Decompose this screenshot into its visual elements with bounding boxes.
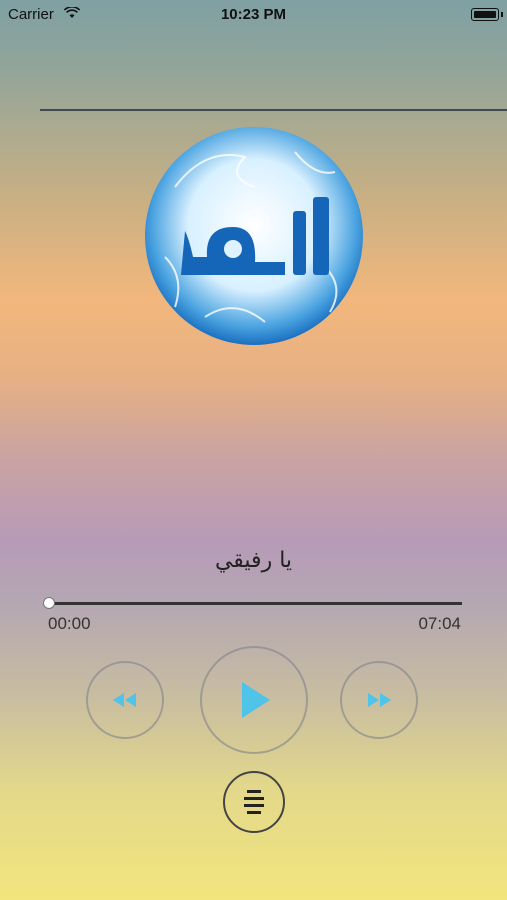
top-divider <box>40 109 507 111</box>
battery-icon <box>471 8 499 21</box>
track-title: يا رفيقي <box>214 548 293 573</box>
total-duration: 07:04 <box>418 614 461 633</box>
playlist-button[interactable] <box>223 771 285 833</box>
progress-bar[interactable] <box>48 602 462 605</box>
battery-tip <box>501 12 503 17</box>
album-artwork <box>145 127 363 345</box>
fast-forward-button[interactable] <box>340 661 418 739</box>
status-bar: Carrier 10:23 PM <box>0 0 507 28</box>
play-icon <box>242 682 270 718</box>
progress-thumb[interactable] <box>43 597 55 609</box>
fast-forward-icon <box>368 693 391 707</box>
playlist-icon <box>244 790 264 814</box>
rewind-button[interactable] <box>86 661 164 739</box>
clock: 10:23 PM <box>220 6 287 23</box>
elapsed-time: 00:00 <box>48 614 91 633</box>
play-button[interactable] <box>200 646 308 754</box>
rewind-icon <box>113 693 136 707</box>
